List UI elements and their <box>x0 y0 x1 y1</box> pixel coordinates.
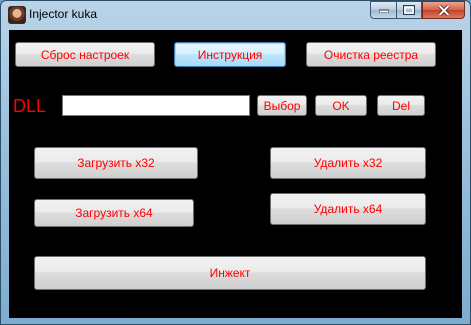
browse-button[interactable]: Выбор <box>257 95 307 116</box>
del-button[interactable]: Del <box>377 95 425 116</box>
window-controls <box>370 1 465 20</box>
app-avatar-icon <box>8 6 26 24</box>
ok-button[interactable]: OK <box>315 95 367 116</box>
window-title: Injector kuka <box>29 7 98 21</box>
client-area: Сброс настроек Инструкция Очистка реестр… <box>9 30 462 318</box>
close-icon <box>437 4 450 16</box>
minimize-button[interactable] <box>370 1 396 19</box>
reset-settings-button[interactable]: Сброс настроек <box>15 42 155 67</box>
instructions-button[interactable]: Инструкция <box>174 42 286 67</box>
delete-x64-button[interactable]: Удалить x64 <box>270 193 426 225</box>
inject-button[interactable]: Инжект <box>34 256 426 290</box>
dll-path-input[interactable] <box>62 95 250 116</box>
minimize-icon <box>378 9 389 13</box>
dll-label: DLL <box>13 96 47 116</box>
maximize-icon <box>403 5 415 15</box>
app-window: Injector kuka Сброс настроек Инструкция … <box>0 0 471 325</box>
clean-registry-button[interactable]: Очистка реестра <box>306 42 436 67</box>
delete-x32-button[interactable]: Удалить x32 <box>270 147 426 179</box>
load-x64-button[interactable]: Загрузить x64 <box>34 199 194 227</box>
close-button[interactable] <box>422 1 465 19</box>
load-x32-button[interactable]: Загрузить x32 <box>34 147 198 179</box>
maximize-button[interactable] <box>396 1 422 19</box>
title-bar[interactable]: Injector kuka <box>1 1 470 29</box>
